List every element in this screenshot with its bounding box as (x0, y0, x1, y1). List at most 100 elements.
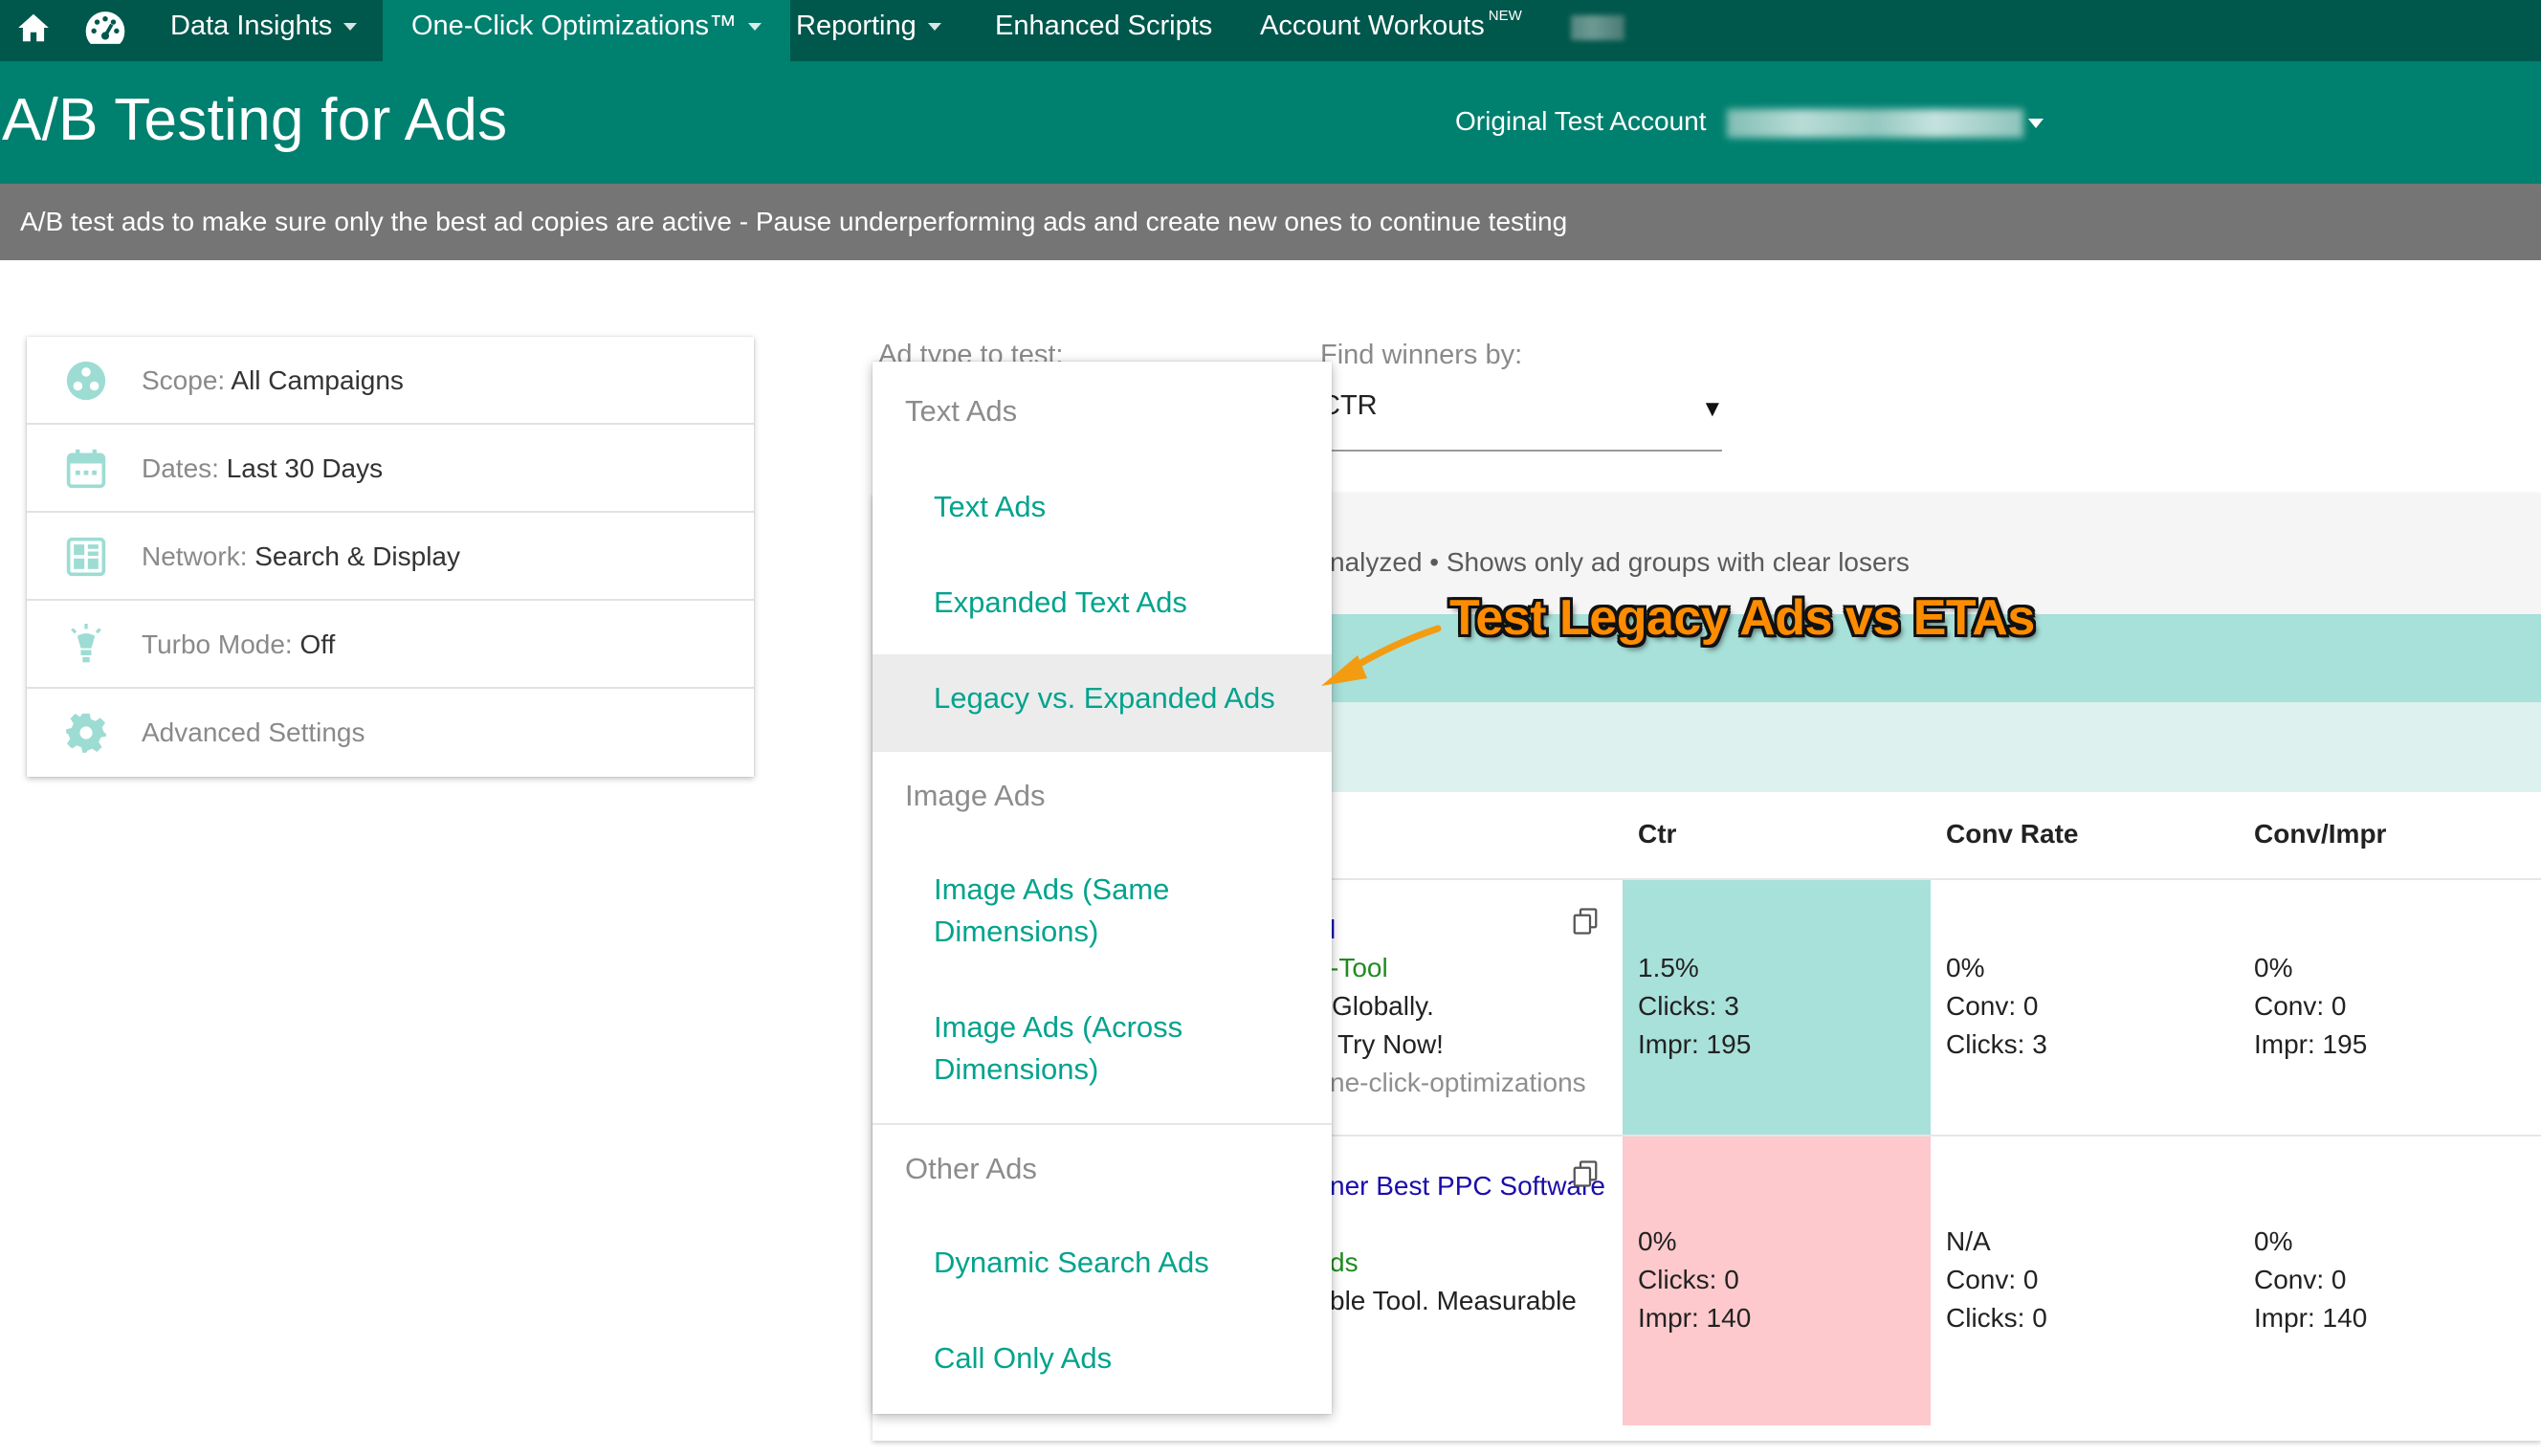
dropdown-item-legacy-vs-expanded[interactable]: Legacy vs. Expanded Ads (934, 677, 1275, 719)
annotation-callout: Test Legacy Ads vs ETAs (1449, 590, 2035, 646)
redacted-nav-item[interactable] (1571, 15, 1624, 40)
setting-key: Scope: (142, 365, 232, 395)
conv-rate-cell: N/A Conv: 0 Clicks: 0 (1946, 1223, 2047, 1337)
impr-value: Impr: 140 (2254, 1303, 2368, 1333)
ctr-cell: 0% Clicks: 0 Impr: 140 (1638, 1223, 1751, 1337)
page-title: A/B Testing for Ads (2, 87, 508, 153)
nav-data-insights[interactable]: Data Insights (170, 0, 358, 61)
account-selector-label[interactable]: Original Test Account (1455, 106, 1707, 137)
conv-impr-value: 0% (2254, 1226, 2293, 1256)
setting-advanced[interactable]: Advanced Settings (27, 689, 754, 777)
ad-description: Globally. (1332, 991, 1434, 1021)
impr-value: Impr: 140 (1638, 1303, 1752, 1333)
conv-value: Conv: 0 (1946, 991, 2039, 1021)
conv-value: Conv: 0 (1946, 1265, 2039, 1294)
dropdown-arrow-icon[interactable]: ▼ (1701, 396, 1724, 423)
dropdown-group-header: Image Ads (905, 779, 1046, 812)
dropdown-group-header: Text Ads (905, 394, 1018, 428)
setting-key: Advanced Settings (142, 717, 365, 747)
setting-scope[interactable]: Scope: All Campaigns (27, 337, 754, 425)
setting-key: Network: (142, 541, 255, 571)
ad-headline[interactable]: ner Best PPC Software (1330, 1167, 1605, 1205)
account-dropdown-chevron-icon[interactable] (2028, 119, 2044, 128)
conv-value: Conv: 0 (2254, 1265, 2347, 1294)
description-bar: A/B test ads to make sure only the best … (0, 184, 2541, 260)
gear-icon (66, 713, 106, 753)
nav-account-workouts-label: Account Workouts (1260, 11, 1485, 41)
dropdown-item-dynamic-search-ads[interactable]: Dynamic Search Ads (934, 1242, 1209, 1284)
ad-description: ble Tool. Measurable (1330, 1286, 1577, 1315)
setting-value: All Campaigns (231, 365, 404, 395)
page-header: A/B Testing for Ads Original Test Accoun… (0, 61, 2541, 184)
nav-reporting[interactable]: Reporting (796, 0, 941, 61)
ad-display-url: ds (1330, 1247, 1359, 1277)
dropdown-item-image-ads-across[interactable]: Image Ads (Across Dimensions) (934, 1006, 1221, 1091)
setting-value: Last 30 Days (226, 453, 384, 483)
redacted-account-id[interactable] (1727, 109, 2023, 138)
ad-final-url: ne-click-optimizations (1330, 1068, 1586, 1097)
conv-impr-cell: 0% Conv: 0 Impr: 195 (2254, 949, 2367, 1064)
conv-impr-value: 0% (2254, 953, 2293, 982)
dropdown-item-call-only-ads[interactable]: Call Only Ads (934, 1337, 1112, 1379)
clicks-value: Clicks: 3 (1946, 1029, 2047, 1059)
nav-account-workouts[interactable]: Account Workouts NEW (1260, 0, 1522, 61)
lightbulb-icon (71, 624, 101, 663)
setting-advanced-text: Advanced Settings (142, 717, 365, 748)
setting-scope-text: Scope: All Campaigns (142, 365, 404, 396)
dropdown-item-text-ads[interactable]: Text Ads (934, 486, 1046, 528)
nav-enhanced-scripts-label: Enhanced Scripts (995, 11, 1213, 41)
nav-data-insights-label: Data Insights (170, 11, 333, 41)
column-header-conv-impr[interactable]: Conv/Impr (2254, 819, 2386, 849)
new-badge: NEW (1488, 8, 1522, 24)
network-icon (66, 537, 106, 577)
clicks-value: Clicks: 0 (1946, 1303, 2047, 1333)
setting-turbo-mode[interactable]: Turbo Mode: Off (27, 601, 754, 689)
nav-one-click-label: One-Click Optimizations™ (411, 11, 738, 41)
setting-turbo-text: Turbo Mode: Off (142, 629, 335, 660)
setting-dates[interactable]: Dates: Last 30 Days (27, 425, 754, 513)
nav-enhanced-scripts[interactable]: Enhanced Scripts (995, 0, 1212, 61)
copy-icon[interactable] (1571, 907, 1600, 936)
ctr-value: 0% (1638, 1226, 1677, 1256)
clicks-value: Clicks: 0 (1638, 1265, 1739, 1294)
impr-value: Impr: 195 (1638, 1029, 1752, 1059)
nav-reporting-label: Reporting (796, 11, 917, 41)
results-info-text: nalyzed • Shows only ad groups with clea… (1330, 547, 1910, 577)
dashboard-gauge-icon[interactable] (84, 10, 126, 46)
conv-rate-cell: 0% Conv: 0 Clicks: 3 (1946, 949, 2047, 1064)
chevron-down-icon (748, 23, 762, 32)
conv-rate-value: 0% (1946, 953, 1985, 982)
setting-dates-text: Dates: Last 30 Days (142, 453, 383, 484)
setting-key: Turbo Mode: (142, 629, 300, 659)
description-text: A/B test ads to make sure only the best … (20, 207, 1568, 236)
copy-icon[interactable] (1571, 1159, 1600, 1188)
setting-value: Off (299, 629, 336, 659)
dropdown-item-image-ads-same[interactable]: Image Ads (Same Dimensions) (934, 869, 1221, 953)
column-header-ctr[interactable]: Ctr (1638, 819, 1676, 849)
top-navigation-bar: Data Insights One-Click Optimizations™ R… (0, 0, 2541, 61)
setting-network[interactable]: Network: Search & Display (27, 513, 754, 601)
annotation-arrow-icon (1321, 625, 1442, 686)
setting-key: Dates: (142, 453, 227, 483)
column-header-conv-rate[interactable]: Conv Rate (1946, 819, 2078, 849)
impr-value: Impr: 195 (2254, 1029, 2368, 1059)
find-winners-label: Find winners by: (1320, 340, 1523, 370)
home-icon[interactable] (15, 10, 52, 46)
ctr-cell: 1.5% Clicks: 3 Impr: 195 (1638, 949, 1751, 1064)
dropdown-divider (873, 1123, 1332, 1125)
calendar-icon (66, 449, 106, 489)
settings-card: Scope: All Campaigns Dates: Last 30 Days… (27, 337, 754, 777)
dropdown-item-expanded-text-ads[interactable]: Expanded Text Ads (934, 582, 1187, 624)
chevron-down-icon (927, 23, 941, 32)
find-winners-underline (1320, 450, 1722, 452)
scope-icon (66, 361, 106, 401)
ad-type-dropdown-menu[interactable]: Text Ads Text Ads Expanded Text Ads Lega… (873, 362, 1332, 1414)
clicks-value: Clicks: 3 (1638, 991, 1739, 1021)
conv-impr-cell: 0% Conv: 0 Impr: 140 (2254, 1223, 2367, 1337)
ad-description: Try Now! (1337, 1029, 1444, 1059)
conv-rate-value: N/A (1946, 1226, 1991, 1256)
conv-value: Conv: 0 (2254, 991, 2347, 1021)
chevron-down-icon (343, 23, 358, 32)
ctr-value: 1.5% (1638, 953, 1699, 982)
nav-one-click-optimizations[interactable]: One-Click Optimizations™ (383, 0, 791, 61)
